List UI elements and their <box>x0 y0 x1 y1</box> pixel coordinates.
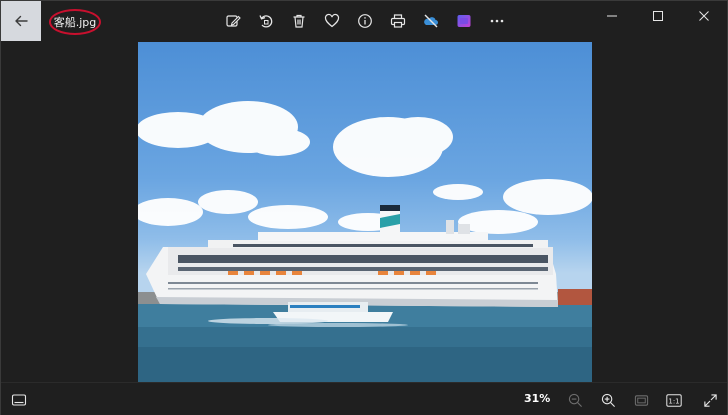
zoom-in-button[interactable] <box>596 388 620 412</box>
close-button[interactable] <box>681 1 727 31</box>
title-bar: 客船.jpg <box>1 1 727 41</box>
delete-icon <box>293 14 305 28</box>
rotate-button[interactable] <box>254 9 278 33</box>
fit-to-window-icon <box>634 394 648 406</box>
clipchamp-button[interactable] <box>452 9 476 33</box>
onedrive-sync-off-icon <box>424 14 438 28</box>
actual-size-icon: 1:1 <box>666 393 682 407</box>
full-screen-icon <box>703 393 717 407</box>
image-toolbar <box>221 9 518 33</box>
actual-size-button[interactable]: 1:1 <box>662 388 686 412</box>
zoom-level: 31% <box>524 392 551 405</box>
window-controls <box>589 1 727 31</box>
edit-image-button[interactable] <box>221 9 245 33</box>
more-options-button[interactable] <box>485 9 509 33</box>
filmstrip-icon <box>11 394 27 406</box>
favorite-heart-icon <box>324 13 340 28</box>
file-name: 客船.jpg <box>53 16 97 29</box>
zoom-in-icon <box>601 393 615 407</box>
print-button[interactable] <box>386 9 410 33</box>
image-viewer <box>1 41 727 382</box>
delete-button[interactable] <box>287 9 311 33</box>
zoom-out-icon <box>568 393 582 407</box>
print-icon <box>390 14 406 28</box>
zoom-out-button[interactable] <box>563 388 587 412</box>
rotate-icon <box>259 15 273 28</box>
filmstrip-button[interactable] <box>7 388 31 412</box>
file-info-button[interactable] <box>353 9 377 33</box>
file-info-icon <box>358 14 372 28</box>
actual-size-label: 1:1 <box>668 397 679 405</box>
displayed-photo <box>138 42 592 382</box>
close-icon <box>699 11 709 21</box>
filename-area: 客船.jpg <box>49 9 101 35</box>
maximize-button[interactable] <box>635 1 681 31</box>
more-options-icon <box>490 19 504 23</box>
favorite-button[interactable] <box>320 9 344 33</box>
maximize-icon <box>653 11 663 21</box>
clipchamp-icon <box>457 15 471 27</box>
minimize-icon <box>607 15 617 17</box>
onedrive-button[interactable] <box>419 9 443 33</box>
full-screen-button[interactable] <box>698 388 722 412</box>
edit-image-icon <box>226 15 241 27</box>
minimize-button[interactable] <box>589 1 635 31</box>
back-button[interactable] <box>1 1 41 41</box>
photos-app-window: 客船.jpg 31% 1:1 <box>0 0 728 415</box>
arrow-left-icon <box>15 15 28 27</box>
fit-to-window-button[interactable] <box>629 388 653 412</box>
bottom-bar: 31% 1:1 <box>1 382 727 415</box>
